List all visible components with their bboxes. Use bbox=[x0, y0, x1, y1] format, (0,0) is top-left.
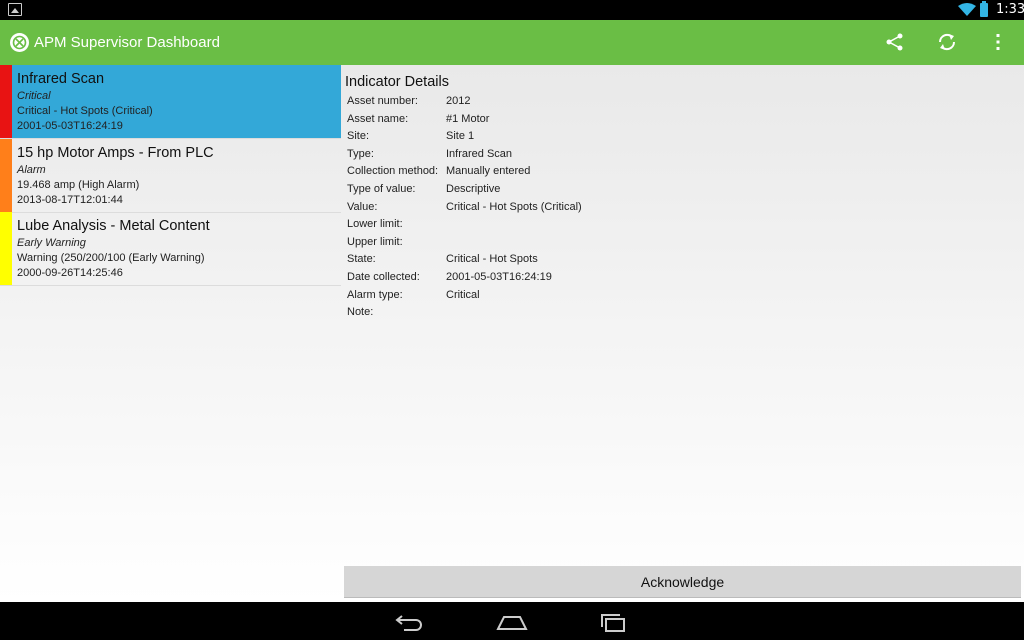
indicator-list-item[interactable]: Lube Analysis - Metal Content Early Warn… bbox=[0, 212, 341, 286]
detail-row-asset-name: Asset name: #1 Motor bbox=[347, 113, 947, 130]
detail-value: Critical - Hot Spots (Critical) bbox=[446, 200, 582, 213]
detail-value: Site 1 bbox=[446, 130, 475, 143]
indicator-value: 19.468 amp (High Alarm) bbox=[17, 179, 140, 191]
detail-value: Infrared Scan bbox=[446, 147, 513, 160]
detail-row-lower-limit: Lower limit: bbox=[347, 218, 947, 235]
indicator-date: 2013-08-17T12:01:44 bbox=[17, 194, 123, 206]
indicator-title: Lube Analysis - Metal Content bbox=[17, 218, 210, 234]
status-bar: 1:33 bbox=[0, 0, 1024, 20]
detail-row-type-of-value: Type of value: Descriptive bbox=[347, 183, 947, 200]
content-area: Infrared Scan Critical Critical - Hot Sp… bbox=[0, 65, 1024, 602]
indicator-list: Infrared Scan Critical Critical - Hot Sp… bbox=[0, 65, 341, 602]
indicator-date: 2001-05-03T16:24:19 bbox=[17, 120, 123, 132]
detail-label: Asset number: bbox=[347, 95, 418, 107]
detail-row-value: Value: Critical - Hot Spots (Critical) bbox=[347, 201, 947, 218]
detail-label: State: bbox=[347, 253, 376, 266]
overflow-menu-icon[interactable] bbox=[986, 30, 1010, 54]
detail-value: Descriptive bbox=[446, 183, 501, 195]
detail-row-alarm-type: Alarm type: Critical bbox=[347, 289, 947, 306]
detail-label: Alarm type: bbox=[347, 288, 403, 301]
detail-label: Date collected: bbox=[347, 271, 420, 283]
indicator-list-item[interactable]: Infrared Scan Critical Critical - Hot Sp… bbox=[0, 65, 341, 139]
detail-value: 2001-05-03T16:24:19 bbox=[446, 271, 552, 283]
detail-row-note: Note: bbox=[347, 306, 947, 323]
detail-value: Critical bbox=[446, 288, 480, 301]
detail-row-collection-method: Collection method: Manually entered bbox=[347, 165, 947, 182]
detail-label: Value: bbox=[347, 200, 378, 213]
detail-label: Site: bbox=[347, 130, 370, 143]
back-icon[interactable] bbox=[394, 611, 426, 633]
detail-row-state: State: Critical - Hot Spots bbox=[347, 253, 947, 270]
app-logo-icon[interactable] bbox=[10, 33, 29, 52]
detail-value: 2012 bbox=[446, 95, 471, 107]
detail-row-upper-limit: Upper limit: bbox=[347, 236, 947, 253]
detail-row-date-collected: Date collected: 2001-05-03T16:24:19 bbox=[347, 271, 947, 288]
detail-label: Asset name: bbox=[347, 112, 409, 125]
severity-color-bar bbox=[0, 212, 12, 285]
detail-label: Type: bbox=[347, 147, 374, 160]
indicator-title: 15 hp Motor Amps - From PLC bbox=[17, 145, 214, 161]
detail-label: Lower limit: bbox=[347, 218, 403, 231]
action-bar: APM Supervisor Dashboard bbox=[0, 20, 1024, 65]
indicator-list-item[interactable]: 15 hp Motor Amps - From PLC Alarm 19.468… bbox=[0, 139, 341, 213]
detail-value: Critical - Hot Spots bbox=[446, 253, 538, 266]
indicator-level: Critical bbox=[17, 90, 51, 102]
home-icon[interactable] bbox=[496, 611, 528, 633]
share-icon[interactable] bbox=[883, 30, 907, 54]
detail-label: Type of value: bbox=[347, 183, 416, 195]
detail-row-site: Site: Site 1 bbox=[347, 130, 947, 147]
refresh-icon[interactable] bbox=[935, 30, 959, 54]
severity-color-bar bbox=[0, 65, 12, 138]
detail-label: Upper limit: bbox=[347, 235, 403, 248]
detail-label: Note: bbox=[347, 306, 374, 319]
detail-label: Collection method: bbox=[347, 165, 439, 178]
recent-apps-icon[interactable] bbox=[598, 611, 630, 633]
acknowledge-button[interactable]: Acknowledge bbox=[344, 566, 1021, 598]
detail-value: #1 Motor bbox=[446, 112, 490, 125]
indicator-date: 2000-09-26T14:25:46 bbox=[17, 267, 123, 279]
detail-row-asset-number: Asset number: 2012 bbox=[347, 95, 947, 112]
indicator-value: Warning (250/200/100 (Early Warning) bbox=[17, 252, 205, 264]
indicator-details-pane: Indicator Details Asset number: 2012 Ass… bbox=[341, 65, 1024, 602]
indicator-level: Alarm bbox=[17, 164, 46, 176]
details-title: Indicator Details bbox=[345, 74, 449, 90]
severity-color-bar bbox=[0, 139, 12, 212]
indicator-level: Early Warning bbox=[17, 237, 86, 249]
app-title: APM Supervisor Dashboard bbox=[34, 34, 220, 51]
navigation-bar bbox=[0, 602, 1024, 640]
battery-icon bbox=[980, 1, 988, 17]
indicator-value: Critical - Hot Spots (Critical) bbox=[17, 105, 153, 117]
gallery-notification-icon bbox=[8, 3, 22, 16]
status-time: 1:33 bbox=[996, 2, 1024, 17]
indicator-title: Infrared Scan bbox=[17, 71, 105, 87]
detail-value: Manually entered bbox=[446, 165, 531, 178]
detail-row-type: Type: Infrared Scan bbox=[347, 148, 947, 165]
